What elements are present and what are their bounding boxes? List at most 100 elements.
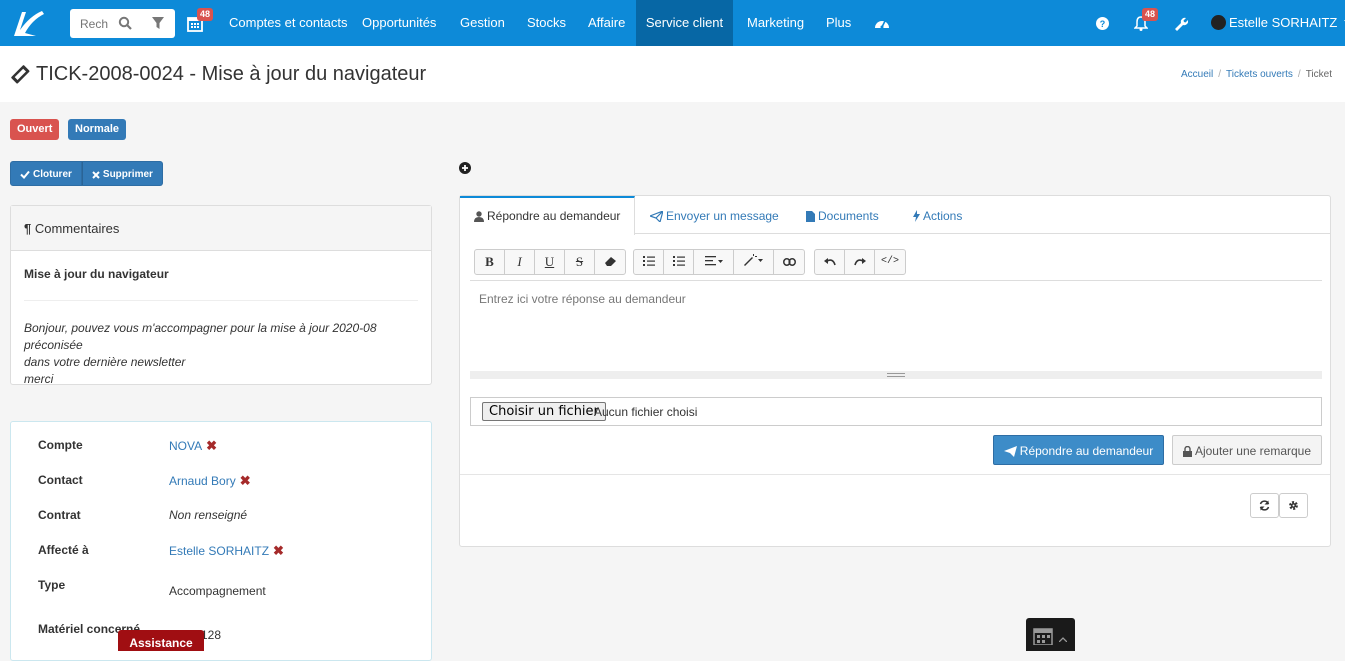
reply-editor[interactable]: Entrez ici votre réponse au demandeur — [470, 280, 1322, 378]
tab-documents-label: Documents — [818, 209, 879, 223]
align-left-icon — [704, 256, 723, 266]
refresh-button[interactable] — [1250, 493, 1279, 518]
breadcrumb-separator: / — [1297, 69, 1301, 80]
nav-stocks[interactable]: Stocks — [527, 0, 566, 46]
calendar-count-badge: 48 — [197, 8, 214, 21]
account-label: Compte — [38, 438, 83, 452]
calendar-widget-button[interactable] — [1026, 618, 1075, 651]
assistance-button[interactable]: Assistance — [118, 630, 204, 651]
align-dropdown-button[interactable] — [694, 250, 734, 274]
contact-label: Contact — [38, 473, 83, 487]
nav-gestion[interactable]: Gestion — [460, 0, 505, 46]
nav-opportunites[interactable]: Opportunités — [362, 0, 436, 46]
breadcrumb-tickets-ouverts[interactable]: Tickets ouverts — [1226, 69, 1293, 80]
bullet-list-button[interactable] — [634, 250, 664, 274]
settings-button[interactable] — [1279, 493, 1308, 518]
close-ticket-label: Cloturer — [33, 169, 72, 180]
dashboard-gauge-icon[interactable] — [874, 16, 890, 30]
ticket-icon — [11, 65, 30, 84]
filter-icon[interactable] — [152, 17, 164, 29]
strikethrough-button[interactable]: S — [565, 250, 595, 274]
lock-icon — [1182, 446, 1192, 457]
app-logo-icon[interactable] — [8, 6, 48, 40]
check-icon — [20, 170, 30, 179]
tab-message[interactable]: Envoyer un message — [650, 196, 779, 234]
pilcrow-icon: ¶ — [24, 221, 32, 236]
nav-comptes-contacts[interactable]: Comptes et contacts — [229, 0, 348, 46]
nav-marketing[interactable]: Marketing — [747, 0, 804, 46]
search-input[interactable] — [80, 15, 108, 33]
underline-button[interactable]: U — [535, 250, 565, 274]
list-ul-icon — [642, 256, 655, 266]
priority-badge: Normale — [68, 119, 127, 140]
gear-icon — [1289, 501, 1298, 510]
code-view-button[interactable]: </> — [875, 250, 905, 274]
calendar-icon — [1033, 628, 1053, 645]
contract-value: Non renseigné — [169, 508, 248, 522]
plus-circle-icon[interactable] — [459, 162, 471, 174]
reply-placeholder: Entrez ici votre réponse au demandeur — [479, 292, 686, 306]
type-label: Type — [38, 578, 66, 592]
link-button[interactable] — [774, 250, 804, 274]
account-value: NOVA ✖ — [169, 438, 217, 454]
refresh-icon — [1259, 500, 1270, 511]
user-icon — [474, 211, 484, 222]
page-header: TICK-2008-0024 - Mise à jour du navigate… — [0, 46, 1345, 102]
ordered-list-button[interactable] — [664, 250, 694, 274]
comment-body: Bonjour, pouvez vous m'accompagner pour … — [24, 320, 424, 388]
tab-documents[interactable]: Documents — [806, 196, 879, 234]
assigned-value: Estelle SORHAITZ ✖ — [169, 543, 284, 559]
material-value: 128 — [201, 628, 222, 642]
redo-icon — [853, 258, 866, 266]
comments-heading: Commentaires — [34, 221, 120, 236]
breadcrumb-accueil[interactable]: Accueil — [1181, 69, 1213, 80]
breadcrumb-separator: / — [1218, 69, 1222, 80]
tab-actions[interactable]: Actions — [913, 196, 962, 234]
close-ticket-button[interactable]: Cloturer — [10, 161, 82, 186]
add-remark-label: Ajouter une remarque — [1194, 444, 1312, 458]
search-icon[interactable] — [118, 16, 132, 30]
undo-icon — [823, 258, 836, 266]
nav-plus[interactable]: Plus — [826, 0, 851, 46]
wrench-icon[interactable] — [1173, 16, 1188, 31]
link-icon — [782, 258, 796, 266]
chevron-up-icon — [1059, 637, 1067, 642]
reply-submit-label: Répondre au demandeur — [1019, 444, 1154, 458]
divider — [460, 474, 1330, 475]
editor-resize-handle[interactable] — [470, 371, 1322, 379]
bold-button[interactable]: B — [475, 250, 505, 274]
comment-title: Mise à jour du navigateur — [24, 267, 169, 281]
bolt-icon — [913, 210, 920, 222]
redo-button[interactable] — [845, 250, 875, 274]
remove-assignee-icon[interactable]: ✖ — [273, 543, 284, 558]
assigned-link[interactable]: Estelle SORHAITZ — [169, 544, 269, 558]
history-group: </> — [814, 249, 906, 275]
delete-ticket-button[interactable]: Supprimer — [81, 161, 163, 186]
nav-affaire[interactable]: Affaire — [588, 0, 625, 46]
eraser-icon — [604, 257, 616, 266]
user-menu[interactable]: Estelle SORHAITZ — [1211, 15, 1345, 33]
user-name: Estelle SORHAITZ — [1229, 15, 1338, 30]
notification-count-badge: 48 — [1142, 8, 1159, 21]
italic-button[interactable]: I — [505, 250, 535, 274]
account-link[interactable]: NOVA — [169, 439, 202, 453]
reply-submit-button[interactable]: Répondre au demandeur — [993, 435, 1164, 465]
style-dropdown-button[interactable] — [734, 250, 774, 274]
page-title: TICK-2008-0024 - Mise à jour du navigate… — [36, 63, 427, 85]
undo-button[interactable] — [815, 250, 845, 274]
eraser-button[interactable] — [595, 250, 625, 274]
avatar — [1211, 15, 1226, 30]
help-icon[interactable]: ? — [1096, 17, 1109, 30]
remove-contact-icon[interactable]: ✖ — [240, 473, 251, 488]
top-navbar: 48 Comptes et contacts Opportunités Gest… — [0, 0, 1345, 46]
choose-file-button[interactable]: Choisir un fichier — [482, 402, 606, 421]
reply-panel: Répondre au demandeur Envoyer un message… — [459, 195, 1331, 547]
comment-line: Bonjour, pouvez vous m'accompagner pour … — [24, 321, 377, 352]
tab-message-label: Envoyer un message — [666, 209, 779, 223]
add-remark-button[interactable]: Ajouter une remarque — [1172, 435, 1322, 465]
tab-reply-label: Répondre au demandeur — [487, 209, 621, 223]
nav-service-client[interactable]: Service client — [636, 0, 733, 46]
tab-reply[interactable]: Répondre au demandeur — [460, 196, 636, 235]
remove-account-icon[interactable]: ✖ — [206, 438, 217, 453]
contact-link[interactable]: Arnaud Bory — [169, 474, 236, 488]
